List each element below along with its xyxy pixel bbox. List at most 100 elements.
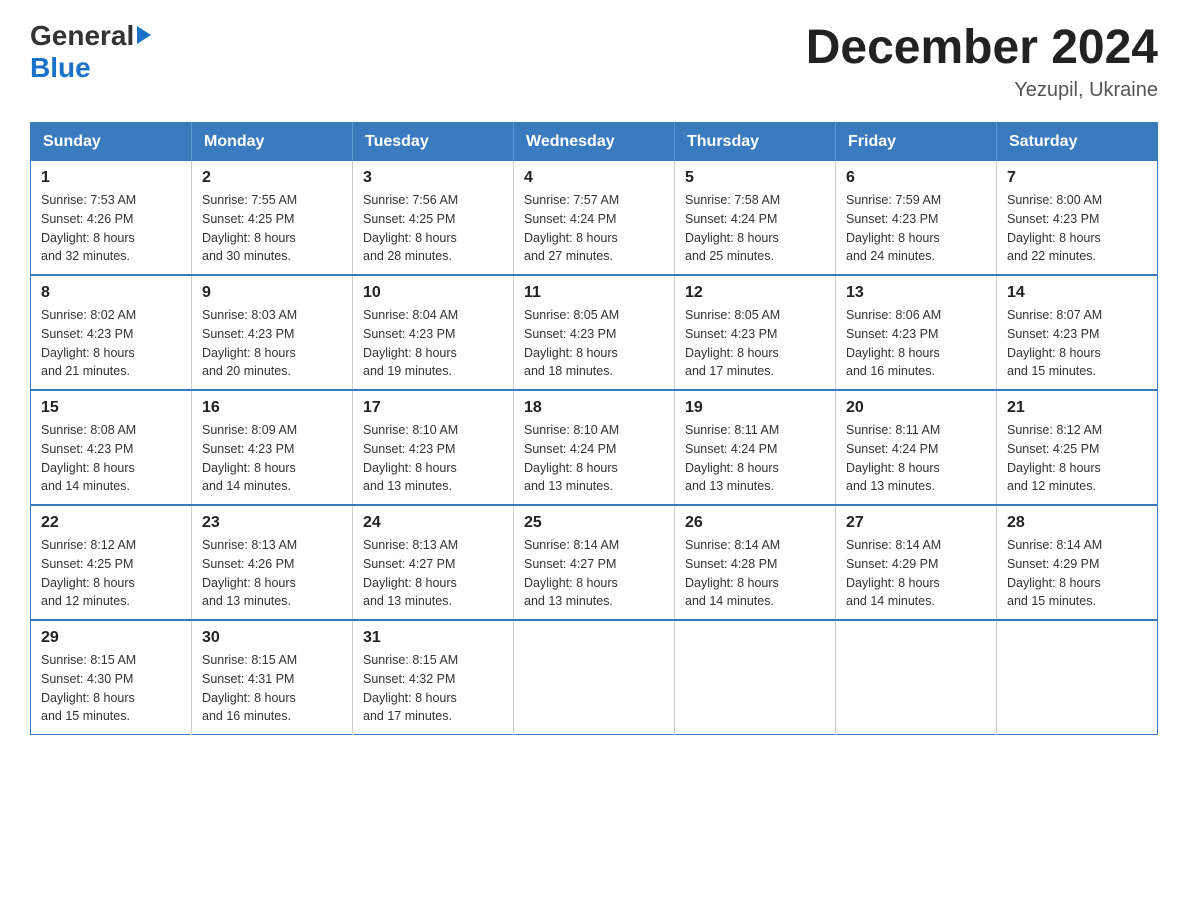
day-info: Sunrise: 8:15 AM Sunset: 4:30 PM Dayligh… bbox=[41, 651, 181, 726]
day-info: Sunrise: 7:57 AM Sunset: 4:24 PM Dayligh… bbox=[524, 191, 664, 266]
calendar-cell: 20 Sunrise: 8:11 AM Sunset: 4:24 PM Dayl… bbox=[836, 390, 997, 505]
calendar-cell: 26 Sunrise: 8:14 AM Sunset: 4:28 PM Dayl… bbox=[675, 505, 836, 620]
title-block: December 2024 Yezupil, Ukraine bbox=[806, 20, 1158, 102]
calendar-cell: 19 Sunrise: 8:11 AM Sunset: 4:24 PM Dayl… bbox=[675, 390, 836, 505]
day-info: Sunrise: 8:09 AM Sunset: 4:23 PM Dayligh… bbox=[202, 421, 342, 496]
day-info: Sunrise: 8:06 AM Sunset: 4:23 PM Dayligh… bbox=[846, 306, 986, 381]
calendar-cell: 9 Sunrise: 8:03 AM Sunset: 4:23 PM Dayli… bbox=[192, 275, 353, 390]
day-number: 17 bbox=[363, 399, 503, 417]
day-number: 20 bbox=[846, 399, 986, 417]
logo-arrow-icon bbox=[137, 26, 151, 44]
day-info: Sunrise: 8:04 AM Sunset: 4:23 PM Dayligh… bbox=[363, 306, 503, 381]
calendar-cell: 23 Sunrise: 8:13 AM Sunset: 4:26 PM Dayl… bbox=[192, 505, 353, 620]
day-number: 7 bbox=[1007, 169, 1147, 187]
day-info: Sunrise: 8:00 AM Sunset: 4:23 PM Dayligh… bbox=[1007, 191, 1147, 266]
calendar-table: SundayMondayTuesdayWednesdayThursdayFrid… bbox=[30, 122, 1158, 735]
calendar-cell: 7 Sunrise: 8:00 AM Sunset: 4:23 PM Dayli… bbox=[997, 161, 1158, 275]
calendar-cell: 6 Sunrise: 7:59 AM Sunset: 4:23 PM Dayli… bbox=[836, 161, 997, 275]
calendar-cell: 18 Sunrise: 8:10 AM Sunset: 4:24 PM Dayl… bbox=[514, 390, 675, 505]
day-info: Sunrise: 8:14 AM Sunset: 4:28 PM Dayligh… bbox=[685, 536, 825, 611]
day-number: 19 bbox=[685, 399, 825, 417]
day-info: Sunrise: 8:12 AM Sunset: 4:25 PM Dayligh… bbox=[41, 536, 181, 611]
calendar-cell bbox=[836, 620, 997, 735]
day-number: 30 bbox=[202, 629, 342, 647]
day-number: 1 bbox=[41, 169, 181, 187]
day-number: 8 bbox=[41, 284, 181, 302]
calendar-week-row: 1 Sunrise: 7:53 AM Sunset: 4:26 PM Dayli… bbox=[31, 161, 1158, 275]
day-info: Sunrise: 8:05 AM Sunset: 4:23 PM Dayligh… bbox=[524, 306, 664, 381]
day-info: Sunrise: 7:59 AM Sunset: 4:23 PM Dayligh… bbox=[846, 191, 986, 266]
day-info: Sunrise: 8:02 AM Sunset: 4:23 PM Dayligh… bbox=[41, 306, 181, 381]
day-info: Sunrise: 8:08 AM Sunset: 4:23 PM Dayligh… bbox=[41, 421, 181, 496]
calendar-cell: 10 Sunrise: 8:04 AM Sunset: 4:23 PM Dayl… bbox=[353, 275, 514, 390]
day-info: Sunrise: 8:11 AM Sunset: 4:24 PM Dayligh… bbox=[685, 421, 825, 496]
day-info: Sunrise: 8:15 AM Sunset: 4:32 PM Dayligh… bbox=[363, 651, 503, 726]
day-number: 26 bbox=[685, 514, 825, 532]
day-number: 18 bbox=[524, 399, 664, 417]
logo-general-text: General bbox=[30, 20, 134, 52]
day-info: Sunrise: 8:11 AM Sunset: 4:24 PM Dayligh… bbox=[846, 421, 986, 496]
weekday-header: Tuesday bbox=[353, 123, 514, 162]
calendar-cell: 30 Sunrise: 8:15 AM Sunset: 4:31 PM Dayl… bbox=[192, 620, 353, 735]
day-info: Sunrise: 7:56 AM Sunset: 4:25 PM Dayligh… bbox=[363, 191, 503, 266]
calendar-cell: 2 Sunrise: 7:55 AM Sunset: 4:25 PM Dayli… bbox=[192, 161, 353, 275]
day-number: 6 bbox=[846, 169, 986, 187]
day-number: 3 bbox=[363, 169, 503, 187]
day-number: 14 bbox=[1007, 284, 1147, 302]
calendar-cell: 3 Sunrise: 7:56 AM Sunset: 4:25 PM Dayli… bbox=[353, 161, 514, 275]
day-number: 15 bbox=[41, 399, 181, 417]
calendar-cell: 29 Sunrise: 8:15 AM Sunset: 4:30 PM Dayl… bbox=[31, 620, 192, 735]
calendar-header: SundayMondayTuesdayWednesdayThursdayFrid… bbox=[31, 123, 1158, 162]
day-number: 5 bbox=[685, 169, 825, 187]
calendar-cell: 14 Sunrise: 8:07 AM Sunset: 4:23 PM Dayl… bbox=[997, 275, 1158, 390]
day-number: 12 bbox=[685, 284, 825, 302]
day-info: Sunrise: 8:07 AM Sunset: 4:23 PM Dayligh… bbox=[1007, 306, 1147, 381]
day-info: Sunrise: 8:14 AM Sunset: 4:29 PM Dayligh… bbox=[1007, 536, 1147, 611]
day-info: Sunrise: 8:05 AM Sunset: 4:23 PM Dayligh… bbox=[685, 306, 825, 381]
day-number: 9 bbox=[202, 284, 342, 302]
weekday-header: Wednesday bbox=[514, 123, 675, 162]
weekday-header: Thursday bbox=[675, 123, 836, 162]
calendar-cell bbox=[997, 620, 1158, 735]
weekday-header: Monday bbox=[192, 123, 353, 162]
day-number: 28 bbox=[1007, 514, 1147, 532]
day-number: 4 bbox=[524, 169, 664, 187]
calendar-cell: 16 Sunrise: 8:09 AM Sunset: 4:23 PM Dayl… bbox=[192, 390, 353, 505]
calendar-week-row: 15 Sunrise: 8:08 AM Sunset: 4:23 PM Dayl… bbox=[31, 390, 1158, 505]
day-info: Sunrise: 7:55 AM Sunset: 4:25 PM Dayligh… bbox=[202, 191, 342, 266]
calendar-cell: 8 Sunrise: 8:02 AM Sunset: 4:23 PM Dayli… bbox=[31, 275, 192, 390]
calendar-week-row: 22 Sunrise: 8:12 AM Sunset: 4:25 PM Dayl… bbox=[31, 505, 1158, 620]
calendar-cell: 31 Sunrise: 8:15 AM Sunset: 4:32 PM Dayl… bbox=[353, 620, 514, 735]
day-number: 2 bbox=[202, 169, 342, 187]
day-number: 27 bbox=[846, 514, 986, 532]
calendar-cell: 5 Sunrise: 7:58 AM Sunset: 4:24 PM Dayli… bbox=[675, 161, 836, 275]
calendar-cell: 21 Sunrise: 8:12 AM Sunset: 4:25 PM Dayl… bbox=[997, 390, 1158, 505]
day-info: Sunrise: 8:13 AM Sunset: 4:26 PM Dayligh… bbox=[202, 536, 342, 611]
calendar-cell: 1 Sunrise: 7:53 AM Sunset: 4:26 PM Dayli… bbox=[31, 161, 192, 275]
page-title: December 2024 bbox=[806, 20, 1158, 75]
weekday-header: Friday bbox=[836, 123, 997, 162]
calendar-cell: 22 Sunrise: 8:12 AM Sunset: 4:25 PM Dayl… bbox=[31, 505, 192, 620]
calendar-cell: 17 Sunrise: 8:10 AM Sunset: 4:23 PM Dayl… bbox=[353, 390, 514, 505]
day-number: 16 bbox=[202, 399, 342, 417]
calendar-cell: 24 Sunrise: 8:13 AM Sunset: 4:27 PM Dayl… bbox=[353, 505, 514, 620]
page-header: General Blue December 2024 Yezupil, Ukra… bbox=[30, 20, 1158, 102]
calendar-cell: 13 Sunrise: 8:06 AM Sunset: 4:23 PM Dayl… bbox=[836, 275, 997, 390]
calendar-cell: 15 Sunrise: 8:08 AM Sunset: 4:23 PM Dayl… bbox=[31, 390, 192, 505]
day-number: 29 bbox=[41, 629, 181, 647]
day-info: Sunrise: 8:12 AM Sunset: 4:25 PM Dayligh… bbox=[1007, 421, 1147, 496]
day-number: 13 bbox=[846, 284, 986, 302]
calendar-cell bbox=[675, 620, 836, 735]
day-info: Sunrise: 8:14 AM Sunset: 4:27 PM Dayligh… bbox=[524, 536, 664, 611]
page-subtitle: Yezupil, Ukraine bbox=[806, 79, 1158, 102]
day-info: Sunrise: 8:15 AM Sunset: 4:31 PM Dayligh… bbox=[202, 651, 342, 726]
calendar-cell: 28 Sunrise: 8:14 AM Sunset: 4:29 PM Dayl… bbox=[997, 505, 1158, 620]
day-info: Sunrise: 7:58 AM Sunset: 4:24 PM Dayligh… bbox=[685, 191, 825, 266]
day-number: 25 bbox=[524, 514, 664, 532]
day-info: Sunrise: 8:14 AM Sunset: 4:29 PM Dayligh… bbox=[846, 536, 986, 611]
calendar-week-row: 29 Sunrise: 8:15 AM Sunset: 4:30 PM Dayl… bbox=[31, 620, 1158, 735]
calendar-cell: 4 Sunrise: 7:57 AM Sunset: 4:24 PM Dayli… bbox=[514, 161, 675, 275]
day-number: 10 bbox=[363, 284, 503, 302]
day-number: 23 bbox=[202, 514, 342, 532]
day-number: 31 bbox=[363, 629, 503, 647]
